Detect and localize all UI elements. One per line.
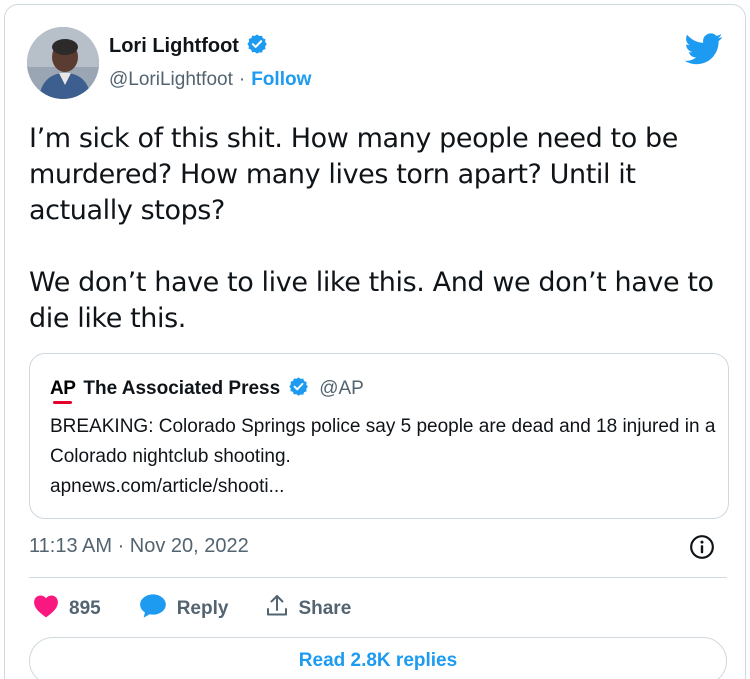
- author-handle-row: @LoriLightfoot · Follow: [109, 69, 311, 91]
- quoted-tweet-link[interactable]: apnews.com/article/shooti...: [50, 472, 720, 502]
- verified-badge-icon: [288, 376, 309, 402]
- ap-logo: AP: [50, 378, 76, 404]
- quoted-tweet-header: AP The Associated Press @AP: [50, 376, 364, 404]
- avatar[interactable]: [27, 27, 99, 99]
- tweet-text: I’m sick of this shit. How many people n…: [29, 121, 729, 373]
- tweet-paragraph: I’m sick of this shit. How many people n…: [29, 123, 678, 226]
- share-icon: [266, 594, 288, 624]
- quoted-author-handle: @AP: [319, 378, 364, 399]
- tweet-timestamp[interactable]: 11:13 AM · Nov 20, 2022: [29, 535, 249, 558]
- verified-badge-icon: [246, 33, 268, 60]
- share-label: Share: [298, 598, 352, 619]
- share-button[interactable]: Share: [266, 594, 351, 624]
- divider: [29, 577, 727, 578]
- tweet-card: Lori Lightfoot @LoriLightfoot · Follow I…: [4, 4, 746, 679]
- author-handle[interactable]: @LoriLightfoot: [109, 69, 233, 91]
- read-replies-button[interactable]: Read 2.8K replies: [29, 637, 727, 679]
- reply-button[interactable]: Reply: [139, 593, 229, 625]
- separator-dot: ·: [238, 69, 246, 90]
- action-bar: 895 Reply Share: [33, 593, 389, 625]
- author-name-row: Lori Lightfoot: [109, 33, 268, 60]
- twitter-bird-icon[interactable]: [684, 33, 723, 70]
- quoted-author-name: The Associated Press: [83, 378, 281, 399]
- like-count: 895: [69, 598, 101, 619]
- quoted-tweet-text: BREAKING: Colorado Springs police say 5 …: [50, 412, 720, 502]
- tweet-paragraph: We don’t have to live like this. And we …: [29, 267, 714, 334]
- reply-bubble-icon: [139, 593, 167, 625]
- heart-icon: [33, 594, 59, 624]
- like-button[interactable]: 895: [33, 594, 101, 624]
- quoted-tweet[interactable]: AP The Associated Press @AP BREAKING: Co…: [29, 353, 729, 519]
- author-name[interactable]: Lori Lightfoot: [109, 35, 239, 58]
- quoted-tweet-body: BREAKING: Colorado Springs police say 5 …: [50, 416, 716, 467]
- follow-button[interactable]: Follow: [251, 69, 311, 91]
- info-icon[interactable]: [689, 534, 715, 565]
- reply-label: Reply: [176, 598, 229, 619]
